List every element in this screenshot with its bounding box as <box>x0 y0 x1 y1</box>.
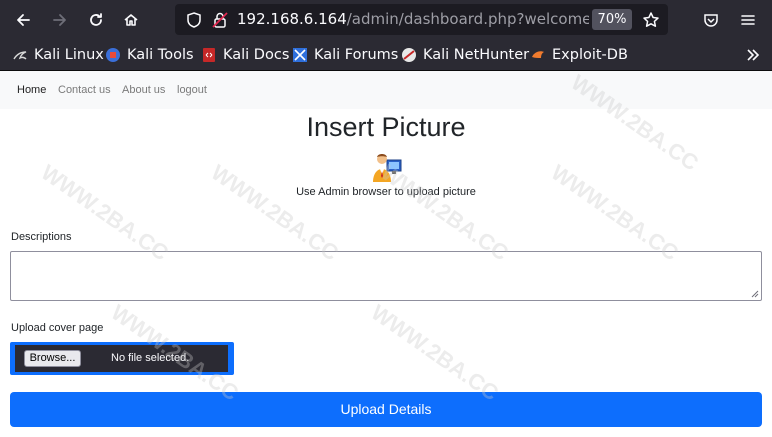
watermark: WWW.2BA.CC <box>366 299 504 406</box>
bookmark-kali-forums[interactable]: Kali Forums <box>292 45 398 65</box>
bookmark-kali-linux[interactable]: Kali Linux <box>12 45 104 65</box>
kali-forums-icon <box>292 47 308 63</box>
url-path: /admin/dashboard.php?welcome=ad <box>346 10 589 28</box>
reload-icon[interactable] <box>85 9 107 31</box>
hamburger-menu-icon[interactable] <box>737 9 759 31</box>
bookmark-kali-nethunter[interactable]: Kali NetHunter <box>401 45 529 65</box>
descriptions-textarea[interactable] <box>10 251 762 301</box>
bookmark-exploit-db[interactable]: Exploit-DB <box>530 45 628 65</box>
nav-about-link[interactable]: About us <box>122 84 165 96</box>
upload-details-button[interactable]: Upload Details <box>10 392 762 427</box>
insecure-lock-icon[interactable] <box>209 9 231 31</box>
shield-icon[interactable] <box>183 9 205 31</box>
forward-arrow-icon[interactable] <box>49 9 71 31</box>
url-host: 192.168.6.164 <box>237 10 347 28</box>
kali-dragon-icon <box>12 47 28 63</box>
descriptions-label: Descriptions <box>11 231 72 243</box>
bookmark-star-icon[interactable] <box>640 9 662 31</box>
bookmarks-toolbar: Kali Linux Kali Tools Kali Docs Kali For… <box>0 40 772 71</box>
browser-toolbar: 192.168.6.164/admin/dashboard.php?welcom… <box>0 0 772 40</box>
nethunter-icon <box>401 47 417 63</box>
url-text[interactable]: 192.168.6.164/admin/dashboard.php?welcom… <box>237 10 589 28</box>
nav-logout-link[interactable]: logout <box>177 84 207 96</box>
admin-user-icon <box>370 150 404 184</box>
file-input-focus-ring: Browse... No file selected. <box>10 342 234 375</box>
nav-contact-link[interactable]: Contact us <box>58 84 111 96</box>
bookmark-label: Exploit-DB <box>552 47 628 63</box>
bookmark-label: Kali Docs <box>223 47 290 63</box>
zoom-level-badge[interactable]: 70% <box>592 9 632 30</box>
browse-button[interactable]: Browse... <box>24 350 81 367</box>
resize-grip-icon[interactable] <box>750 289 759 298</box>
cover-file-input[interactable]: Browse... No file selected. <box>15 345 228 372</box>
bookmark-label: Kali Linux <box>34 47 104 63</box>
page-subtitle: Use Admin browser to upload picture <box>296 186 476 198</box>
pocket-icon[interactable] <box>700 9 722 31</box>
bookmark-kali-docs[interactable]: Kali Docs <box>201 45 289 65</box>
nav-home-link[interactable]: Home <box>17 84 46 96</box>
bookmark-kali-tools[interactable]: Kali Tools <box>105 45 194 65</box>
bookmark-label: Kali NetHunter <box>423 47 530 63</box>
back-arrow-icon[interactable] <box>12 9 34 31</box>
bookmark-label: Kali Tools <box>127 47 194 63</box>
url-bar[interactable]: 192.168.6.164/admin/dashboard.php?welcom… <box>175 4 668 35</box>
page-title: Insert Picture <box>306 112 466 142</box>
kali-tools-icon <box>105 47 121 63</box>
bookmarks-overflow-icon[interactable] <box>742 44 764 66</box>
exploitdb-icon <box>530 47 546 63</box>
site-navbar: Home Contact us About us logout <box>0 71 772 109</box>
upload-cover-label: Upload cover page <box>11 322 104 334</box>
bookmark-label: Kali Forums <box>314 47 399 63</box>
home-icon[interactable] <box>120 9 142 31</box>
no-file-selected-text: No file selected. <box>111 352 190 364</box>
kali-docs-icon <box>201 47 217 63</box>
